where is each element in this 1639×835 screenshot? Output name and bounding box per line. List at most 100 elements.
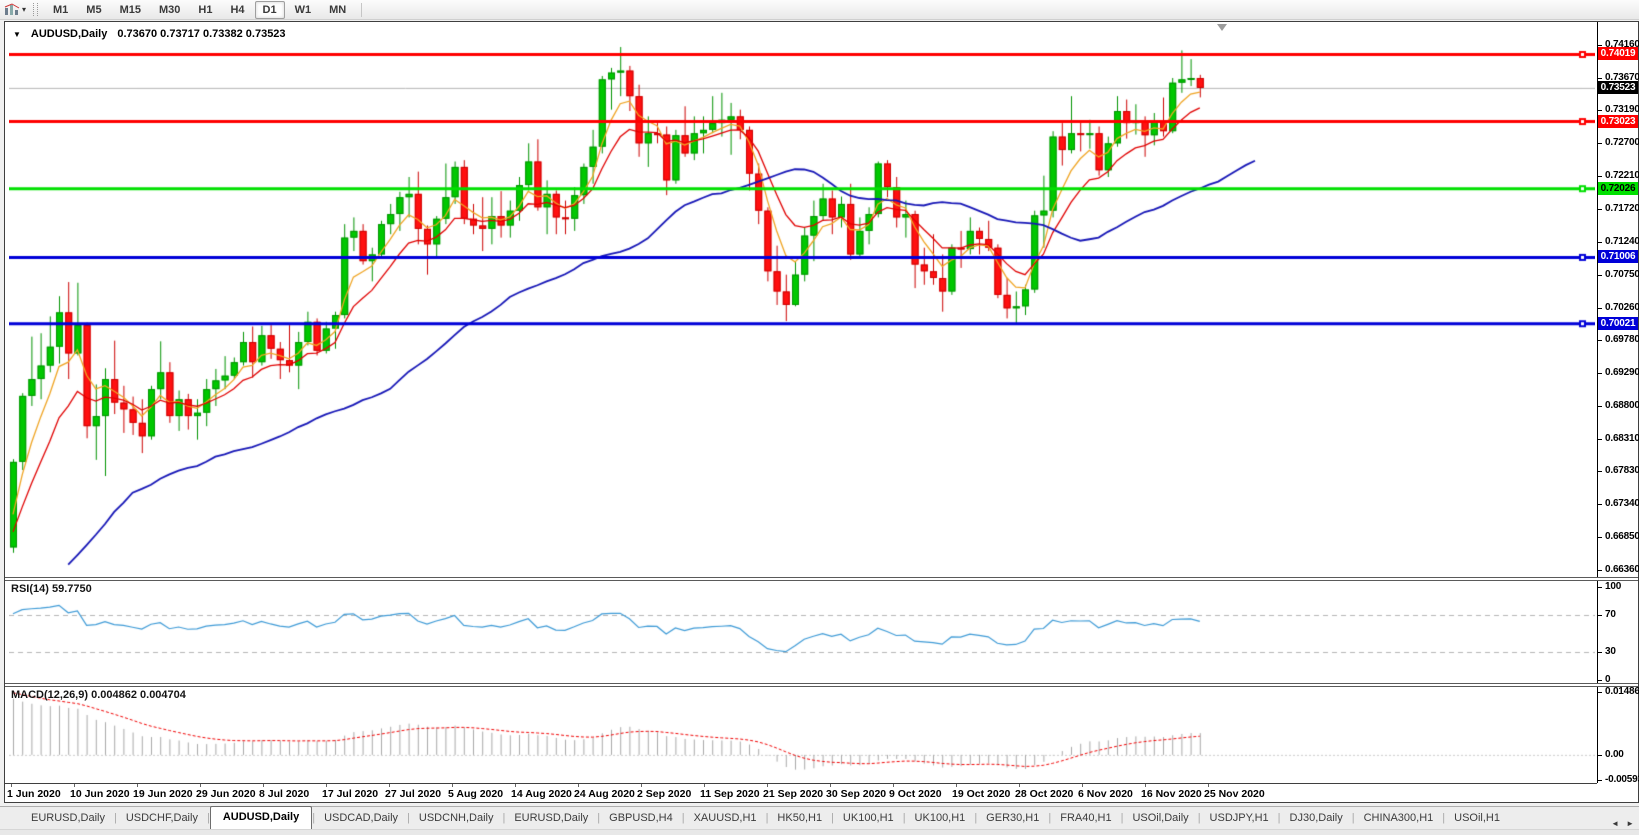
price-axis-tick [1598, 110, 1602, 111]
price-axis-tick [1598, 373, 1602, 374]
price-axis-label: 0.70260 [1605, 302, 1639, 313]
chart-tab-dj30-daily[interactable]: DJ30,Daily [1281, 809, 1352, 829]
price-axis[interactable]: 0.741600.736700.731900.727000.722100.717… [1597, 22, 1638, 783]
chart-title: ▼ AUDUSD,Daily 0.73670 0.73717 0.73382 0… [13, 28, 286, 40]
date-axis-label: 25 Nov 2020 [1204, 788, 1265, 800]
tab-scroll-left-icon[interactable]: ◄ [1611, 819, 1619, 828]
chart-tab-ger30-h1[interactable]: GER30,H1 [977, 809, 1048, 829]
chart-tab-eurusd-daily[interactable]: EURUSD,Daily [22, 809, 114, 829]
chart-tab-audusd-daily[interactable]: AUDUSD,Daily [210, 806, 312, 829]
date-axis-label: 30 Sep 2020 [826, 788, 886, 800]
date-axis-tick [956, 784, 957, 787]
date-axis-tick [1145, 784, 1146, 787]
chart-tab-fra40-h1[interactable]: FRA40,H1 [1051, 809, 1120, 829]
price-axis-label: 0.71720 [1605, 203, 1639, 214]
chart-tool-dropdown-icon[interactable]: ▾ [22, 5, 26, 14]
timeframe-button-m30[interactable]: M30 [151, 1, 188, 19]
price-axis-tick [1598, 537, 1602, 538]
date-axis-tick [641, 784, 642, 787]
timeframe-button-h4[interactable]: H4 [222, 1, 252, 19]
timeframe-button-m5[interactable]: M5 [78, 1, 109, 19]
date-axis-label: 29 Jun 2020 [196, 788, 256, 800]
macd-axis-tick [1598, 780, 1602, 781]
date-axis-label: 14 Aug 2020 [511, 788, 572, 800]
date-axis-label: 17 Jul 2020 [322, 788, 378, 800]
chart-tab-china300-h1[interactable]: CHINA300,H1 [1355, 809, 1443, 829]
date-axis-label: 16 Nov 2020 [1141, 788, 1202, 800]
date-axis-tick [767, 784, 768, 787]
timeframe-button-m15[interactable]: M15 [112, 1, 149, 19]
level-price-label: 0.72026 [1598, 182, 1638, 195]
date-axis-tick [830, 784, 831, 787]
panel-splitter[interactable] [5, 683, 1638, 687]
price-axis-label: 0.67830 [1605, 465, 1639, 476]
chart-tab-xauusd-h1[interactable]: XAUUSD,H1 [685, 809, 766, 829]
chart-symbol-label: AUDUSD,Daily [31, 28, 107, 40]
chart-shift-marker-icon[interactable] [1217, 24, 1227, 31]
current-price-label: 0.73523 [1598, 81, 1638, 94]
date-axis-tick [200, 784, 201, 787]
date-axis-tick [704, 784, 705, 787]
chart-tabs-bar: EURUSD,Daily|USDCHF,Daily|AUDUSD,Daily|U… [0, 806, 1639, 829]
chart-tab-uk100-h1[interactable]: UK100,H1 [834, 809, 903, 829]
chart-tab-hk50-h1[interactable]: HK50,H1 [768, 809, 831, 829]
rsi-indicator-label: RSI(14) 59.7750 [11, 583, 92, 595]
date-axis[interactable]: 1 Jun 202010 Jun 202019 Jun 202029 Jun 2… [5, 783, 1597, 802]
macd-chart-canvas[interactable] [9, 687, 1595, 783]
chart-tool-icon[interactable] [4, 3, 20, 16]
chart-window: ▼ AUDUSD,Daily 0.73670 0.73717 0.73382 0… [4, 21, 1639, 803]
price-axis-tick [1598, 275, 1602, 276]
panel-splitter[interactable] [5, 577, 1638, 581]
date-axis-tick [578, 784, 579, 787]
date-axis-label: 2 Sep 2020 [637, 788, 691, 800]
tabs-list: EURUSD,Daily|USDCHF,Daily|AUDUSD,Daily|U… [22, 806, 1509, 829]
rsi-axis-label: 70 [1605, 609, 1616, 620]
timeframe-button-mn[interactable]: MN [321, 1, 354, 19]
toolbar-grip[interactable] [33, 3, 38, 16]
price-axis-label: 0.72210 [1605, 170, 1639, 181]
date-axis-label: 1 Jun 2020 [7, 788, 61, 800]
macd-axis-label: -0.005938 [1605, 774, 1639, 785]
date-axis-label: 28 Oct 2020 [1015, 788, 1073, 800]
price-axis-tick [1598, 308, 1602, 309]
collapse-chart-icon[interactable]: ▼ [13, 29, 21, 40]
macd-axis-label: 0.00 [1605, 749, 1624, 760]
chart-tab-uk100-h1[interactable]: UK100,H1 [906, 809, 975, 829]
macd-axis-tick [1598, 692, 1602, 693]
date-axis-tick [137, 784, 138, 787]
timeframe-button-d1[interactable]: D1 [255, 1, 285, 19]
rsi-axis-label: 100 [1605, 581, 1621, 592]
date-axis-tick [515, 784, 516, 787]
price-axis-tick [1598, 143, 1602, 144]
mt4-window: { "toolbar": { "dropdown_caret": "▾", "t… [0, 0, 1639, 834]
chart-tab-usoil-daily[interactable]: USOil,Daily [1123, 809, 1197, 829]
date-axis-tick [11, 784, 12, 787]
timeframe-button-h1[interactable]: H1 [190, 1, 220, 19]
tab-scroll-right-icon[interactable]: ► [1626, 819, 1634, 828]
chart-tab-eurusd-daily[interactable]: EURUSD,Daily [505, 809, 597, 829]
date-axis-label: 27 Jul 2020 [385, 788, 441, 800]
chart-tab-usdcad-daily[interactable]: USDCAD,Daily [315, 809, 407, 829]
timeframe-button-m1[interactable]: M1 [45, 1, 76, 19]
timeframe-button-w1[interactable]: W1 [287, 1, 320, 19]
price-axis-label: 0.72700 [1605, 137, 1639, 148]
price-axis-tick [1598, 78, 1602, 79]
chart-tab-usoil-h1[interactable]: USOil,H1 [1445, 809, 1509, 829]
price-axis-label: 0.70750 [1605, 269, 1639, 280]
price-axis-tick [1598, 504, 1602, 505]
price-axis-label: 0.69290 [1605, 367, 1639, 378]
price-axis-tick [1598, 209, 1602, 210]
date-axis-label: 11 Sep 2020 [700, 788, 760, 800]
price-axis-label: 0.67340 [1605, 498, 1639, 509]
chart-tab-usdjpy-h1[interactable]: USDJPY,H1 [1201, 809, 1278, 829]
chart-tab-usdcnh-daily[interactable]: USDCNH,Daily [410, 809, 503, 829]
main-chart-canvas[interactable] [9, 24, 1595, 577]
chart-tab-usdchf-daily[interactable]: USDCHF,Daily [117, 809, 207, 829]
rsi-chart-canvas[interactable] [9, 581, 1595, 683]
rsi-axis-tick [1598, 587, 1602, 588]
date-axis-label: 10 Jun 2020 [70, 788, 130, 800]
chart-tab-gbpusd-h4[interactable]: GBPUSD,H4 [600, 809, 682, 829]
date-axis-tick [1082, 784, 1083, 787]
date-axis-label: 9 Oct 2020 [889, 788, 942, 800]
date-axis-label: 5 Aug 2020 [448, 788, 503, 800]
